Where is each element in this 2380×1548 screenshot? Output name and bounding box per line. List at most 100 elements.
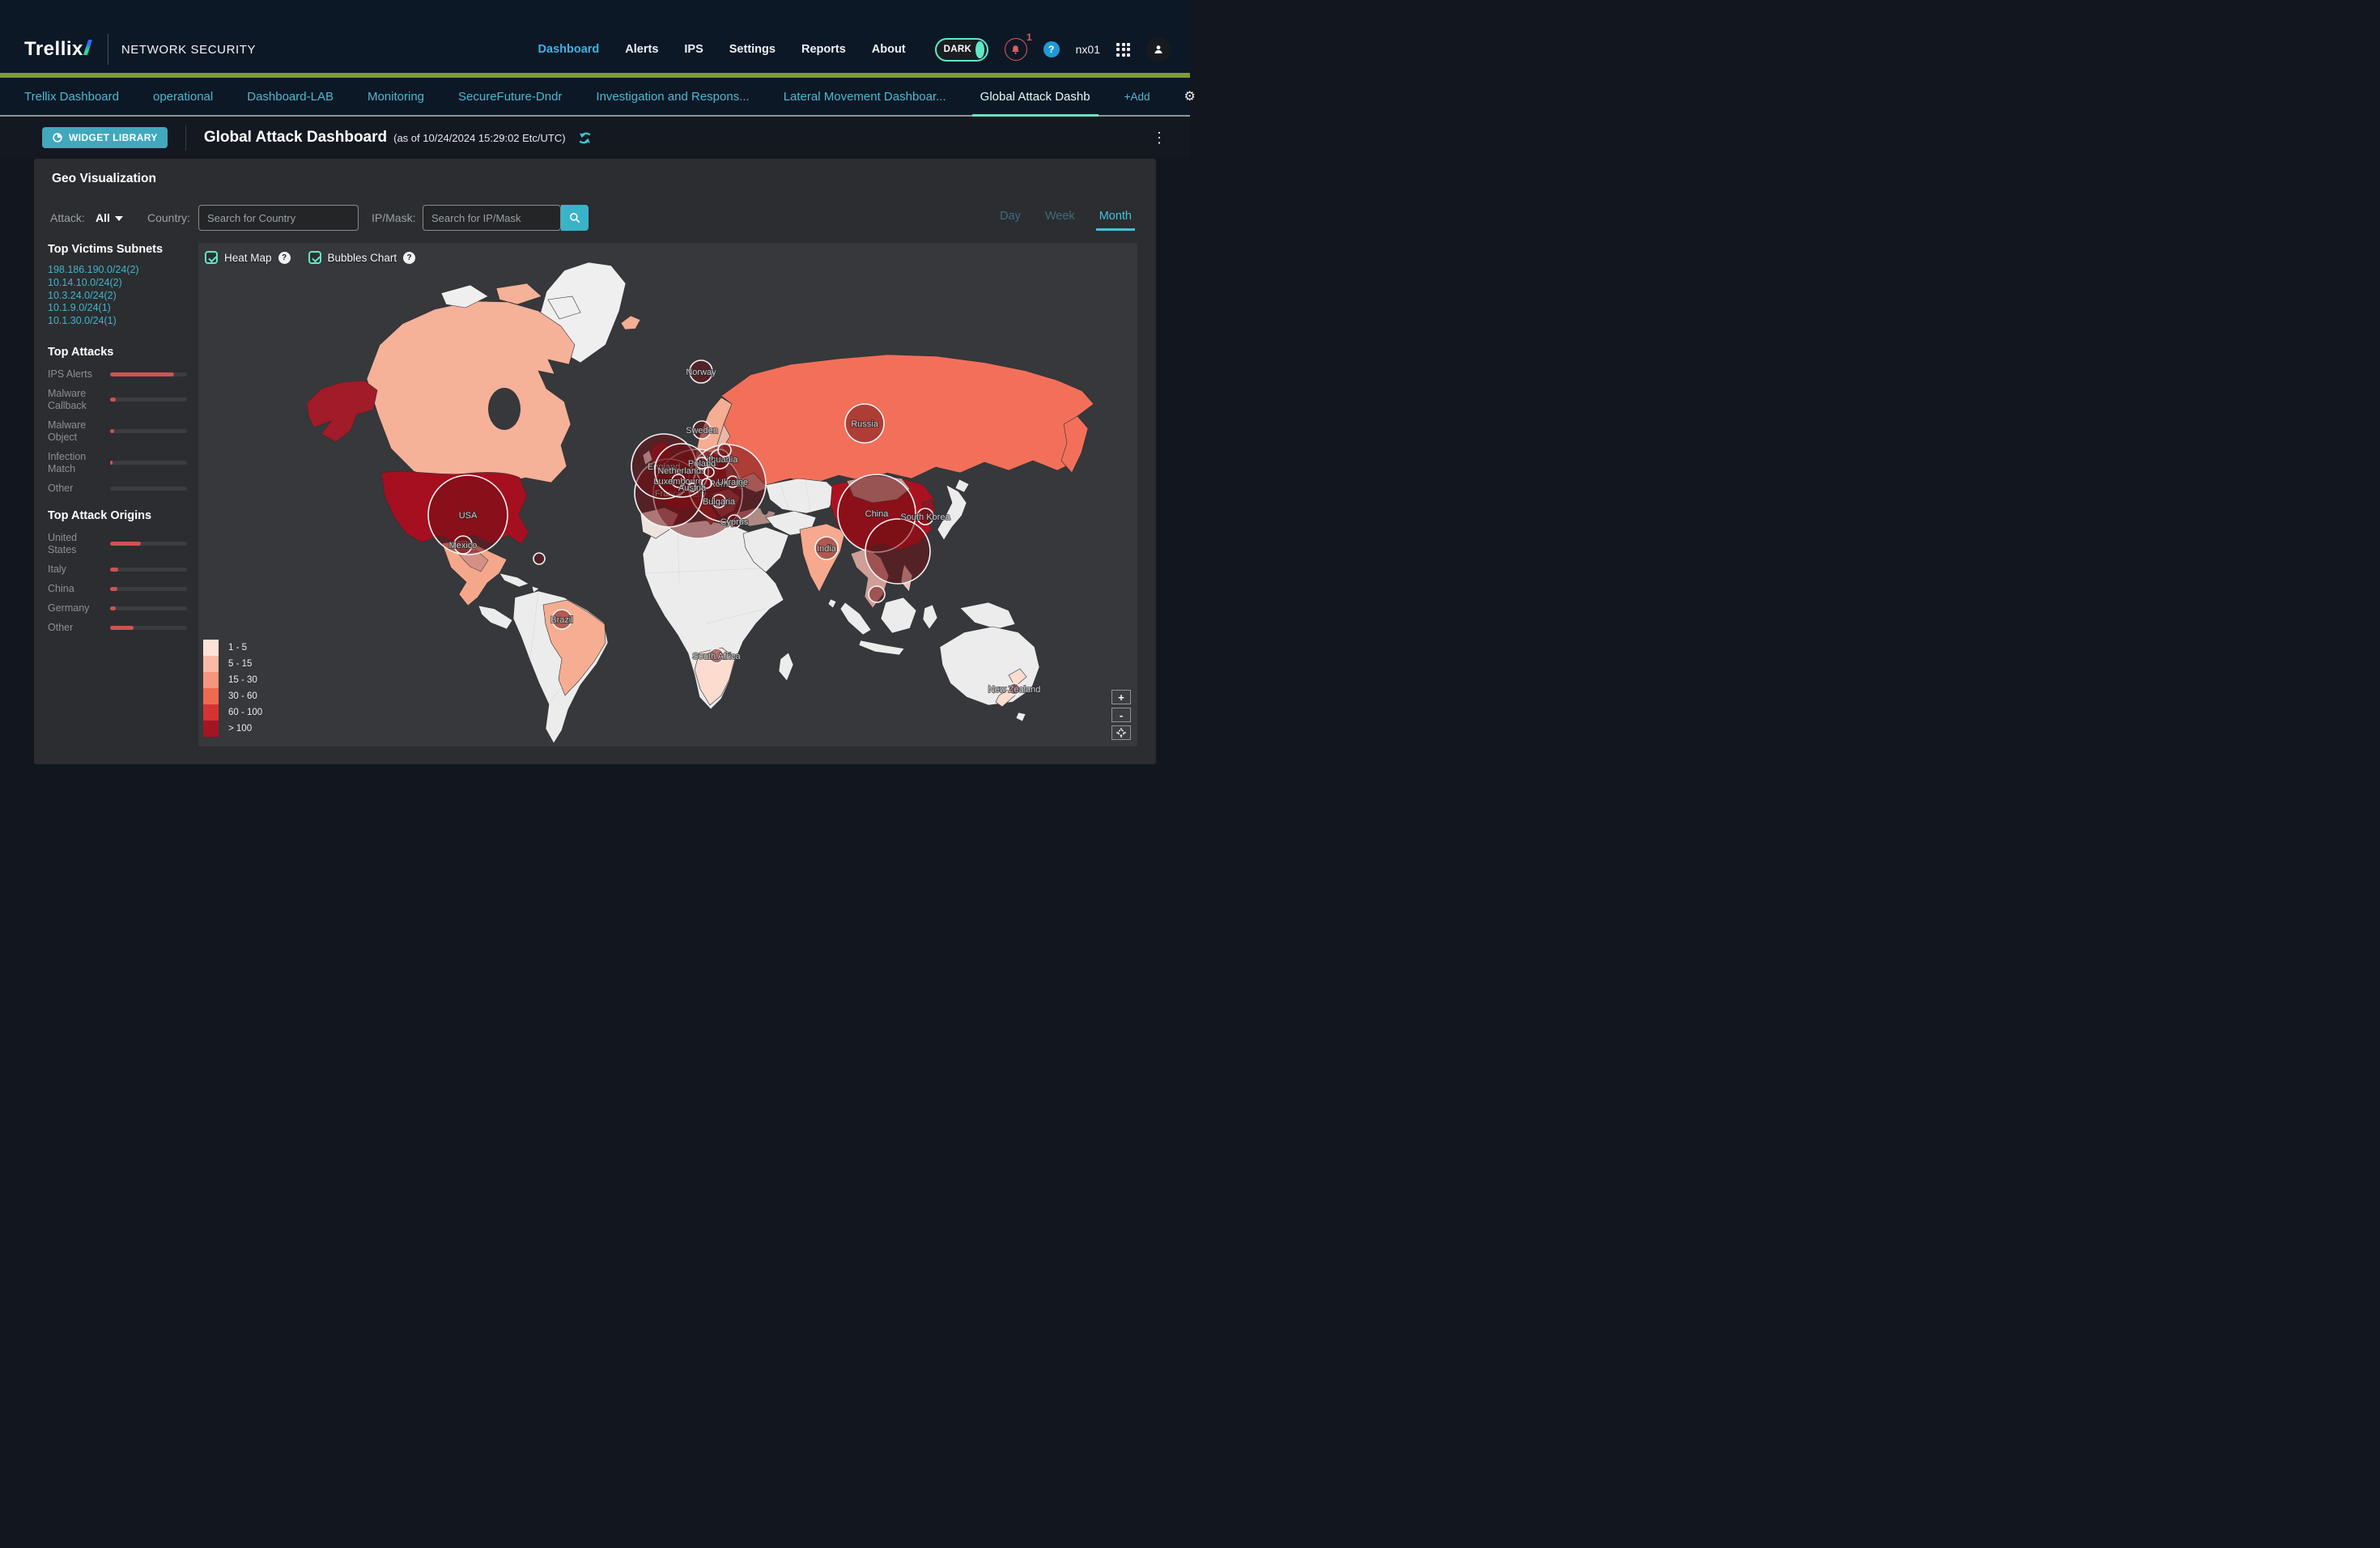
top-origins-section: Top Attack Origins United StatesItalyChi… bbox=[48, 509, 187, 634]
tab-settings-gear-icon[interactable]: ⚙ bbox=[1184, 88, 1195, 104]
widget-chart-icon bbox=[52, 132, 63, 143]
tab-trellix-dashboard[interactable]: Trellix Dashboard bbox=[24, 78, 119, 115]
origin-label: United States bbox=[48, 532, 106, 556]
bubble-label-ukraine: Ukraine bbox=[717, 478, 748, 487]
top-attacks-section: Top Attacks IPS Alerts Malware Callback Ma… bbox=[48, 346, 187, 495]
attack-bar bbox=[110, 372, 187, 376]
origin-bar bbox=[110, 606, 187, 610]
nav-item-dashboard[interactable]: Dashboard bbox=[538, 43, 600, 56]
world-map-svg: ItalyUSARomaniaChinaFranceEnglandNetherl… bbox=[198, 243, 1137, 746]
bubble-label-austria: Austria bbox=[678, 483, 707, 493]
origin-label: Other bbox=[48, 622, 106, 634]
subnet-link[interactable]: 10.1.30.0/24(1) bbox=[48, 315, 187, 328]
nav-item-reports[interactable]: Reports bbox=[801, 43, 846, 56]
zoom-in-button[interactable]: + bbox=[1111, 690, 1131, 704]
legend-row: 5 - 15 bbox=[203, 656, 262, 672]
add-dashboard-button[interactable]: +Add bbox=[1124, 91, 1150, 103]
tab-securefuture-dndr[interactable]: SecureFuture-Dndr bbox=[458, 78, 562, 115]
top-attacks-title: Top Attacks bbox=[48, 346, 187, 359]
search-button[interactable] bbox=[561, 205, 589, 231]
tab-global-attack-dashb[interactable]: Global Attack Dashb bbox=[980, 78, 1090, 115]
world-map[interactable]: ItalyUSARomaniaChinaFranceEnglandNetherl… bbox=[198, 243, 1137, 746]
refresh-icon bbox=[577, 130, 593, 146]
bubble-label-new-zealand: New Zealand bbox=[988, 685, 1041, 695]
legend-label: 15 - 30 bbox=[228, 675, 257, 685]
tab-dashboard-lab[interactable]: Dashboard-LAB bbox=[247, 78, 334, 115]
tab-lateral-movement-dashboar[interactable]: Lateral Movement Dashboar... bbox=[784, 78, 946, 115]
heat-map-label: Heat Map bbox=[224, 252, 272, 264]
heat-map-checkbox[interactable] bbox=[205, 251, 218, 264]
origin-bar bbox=[110, 542, 187, 546]
legend-swatch bbox=[203, 640, 219, 656]
nav-item-about[interactable]: About bbox=[872, 43, 906, 56]
origin-bar bbox=[110, 587, 187, 591]
bubble-label-mexico: Mexico bbox=[449, 541, 478, 551]
country-search-input[interactable] bbox=[198, 205, 359, 231]
nav-item-alerts[interactable]: Alerts bbox=[625, 43, 658, 56]
zoom-out-button[interactable]: - bbox=[1111, 708, 1131, 722]
geo-visualization-panel: Geo Visualization Attack: All Country: I… bbox=[34, 159, 1156, 764]
top-victims-section: Top Victims Subnets 198.186.190.0/24(2)1… bbox=[48, 243, 187, 328]
attack-bar bbox=[110, 461, 187, 465]
period-day[interactable]: Day bbox=[1000, 210, 1021, 231]
tab-monitoring[interactable]: Monitoring bbox=[368, 78, 424, 115]
tab-investigation-and-respons[interactable]: Investigation and Respons... bbox=[596, 78, 749, 115]
logo-slash-icon bbox=[83, 40, 92, 55]
map-zoom-controls: + - bbox=[1111, 690, 1131, 740]
widget-menu-kebab[interactable]: ⋮ bbox=[1152, 130, 1167, 147]
subnet-link[interactable]: 198.186.190.0/24(2) bbox=[48, 264, 187, 277]
attack-bar bbox=[110, 398, 187, 402]
map-layer-toggles: Heat Map?Bubbles Chart? bbox=[205, 251, 415, 264]
refresh-button[interactable] bbox=[577, 130, 593, 146]
origin-label: Italy bbox=[48, 563, 106, 576]
bubble-label-bulgaria: Bulgaria bbox=[703, 497, 736, 507]
attack-bubble[interactable] bbox=[718, 444, 731, 457]
attack-bubble[interactable] bbox=[533, 553, 545, 564]
product-name: NETWORK SECURITY bbox=[121, 43, 256, 57]
bubble-label-cyprus: Cyprus bbox=[720, 517, 749, 527]
top-victims-list: 198.186.190.0/24(2)10.14.10.0/24(2)10.3.… bbox=[48, 264, 187, 328]
trellix-logo[interactable]: Trellix bbox=[24, 38, 90, 61]
period-month[interactable]: Month bbox=[1099, 210, 1132, 231]
bubbles-chart-help-icon[interactable]: ? bbox=[403, 252, 415, 264]
nav-item-settings[interactable]: Settings bbox=[729, 43, 776, 56]
attack-bubble[interactable] bbox=[869, 586, 885, 602]
attack-bubble[interactable] bbox=[865, 519, 930, 584]
heat-map-help-icon[interactable]: ? bbox=[278, 252, 291, 264]
widget-library-button[interactable]: WIDGET LIBRARY bbox=[42, 127, 168, 148]
legend-swatch bbox=[203, 656, 219, 672]
recenter-button[interactable] bbox=[1111, 725, 1131, 740]
top-navigation-bar: Trellix NETWORK SECURITY Dashboard Alerts… bbox=[0, 0, 1190, 73]
page-title: Global Attack Dashboard bbox=[204, 129, 387, 147]
subnet-link[interactable]: 10.1.9.0/24(1) bbox=[48, 302, 187, 315]
theme-toggle[interactable]: DARK bbox=[935, 38, 988, 62]
subnet-link[interactable]: 10.3.24.0/24(2) bbox=[48, 290, 187, 303]
apps-grid-icon[interactable] bbox=[1116, 43, 1130, 57]
tab-operational[interactable]: operational bbox=[153, 78, 213, 115]
subnet-link[interactable]: 10.14.10.0/24(2) bbox=[48, 277, 187, 290]
legend-row: 1 - 5 bbox=[203, 640, 262, 656]
user-avatar[interactable] bbox=[1146, 37, 1171, 62]
bubbles-chart-checkbox[interactable] bbox=[308, 251, 321, 264]
legend-swatch bbox=[203, 672, 219, 688]
period-switcher: Day Week Month bbox=[1000, 210, 1132, 231]
attack-bubble[interactable] bbox=[704, 467, 714, 477]
username: nx01 bbox=[1076, 43, 1100, 56]
legend-label: 30 - 60 bbox=[228, 691, 257, 701]
nav-item-ips[interactable]: IPS bbox=[684, 43, 703, 56]
dashboard-tabbar: Trellix Dashboard operational Dashboard-LA… bbox=[0, 78, 1190, 117]
title-divider bbox=[185, 125, 186, 151]
attack-row: Malware Object bbox=[48, 419, 187, 444]
ipmask-search-input[interactable] bbox=[423, 205, 561, 231]
attack-row: Other bbox=[48, 483, 187, 495]
help-button[interactable]: ? bbox=[1043, 41, 1060, 57]
widget-library-label: WIDGET LIBRARY bbox=[69, 132, 158, 143]
period-week[interactable]: Week bbox=[1045, 210, 1075, 231]
notifications-button[interactable]: 1 bbox=[1005, 38, 1027, 61]
origin-bar bbox=[110, 568, 187, 572]
top-origins-bars: United StatesItalyChinaGermanyOther bbox=[48, 532, 187, 634]
attack-row: IPS Alerts bbox=[48, 368, 187, 381]
attack-row: Malware Callback bbox=[48, 388, 187, 412]
attack-label: Infection Match bbox=[48, 451, 106, 475]
attack-filter-dropdown[interactable]: All bbox=[96, 211, 123, 224]
